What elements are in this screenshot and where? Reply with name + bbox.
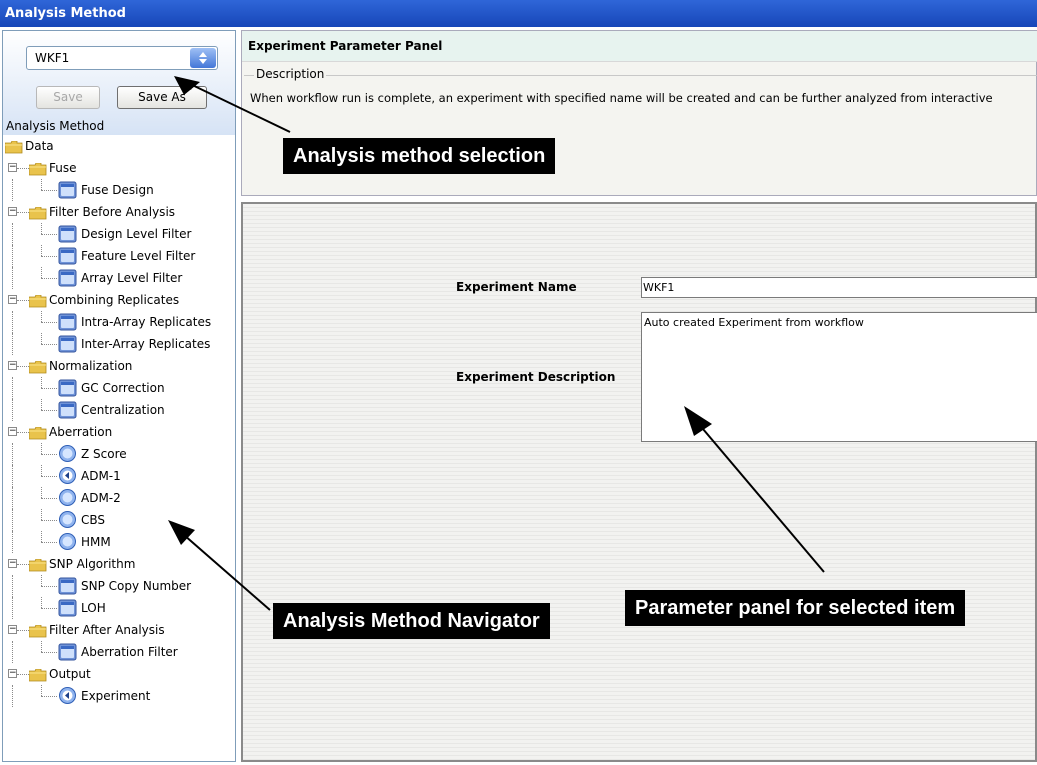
navigator-arrow — [174, 526, 271, 611]
callout-analysis-method-selection: Analysis method selection — [283, 138, 556, 174]
callout-analysis-method-navigator: Analysis Method Navigator — [273, 603, 550, 639]
annotation-arrows — [168, 76, 825, 611]
selection-arrowhead — [174, 76, 200, 95]
parameter-arrow — [690, 414, 825, 573]
selection-arrow — [184, 80, 291, 133]
parameter-arrowhead — [684, 406, 712, 436]
analysis-method-window: Analysis Method WKF1 Save Save As Analys… — [0, 0, 1037, 765]
callout-parameter-panel: Parameter panel for selected item — [625, 590, 966, 626]
